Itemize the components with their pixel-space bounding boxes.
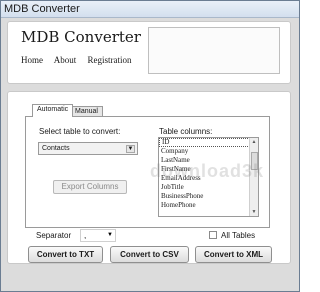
separator-select[interactable]: , ▼ [80, 229, 116, 242]
convert-csv-button[interactable]: Convert to CSV [110, 246, 189, 263]
export-columns-button[interactable]: Export Columns [53, 180, 127, 194]
separator-value: , [84, 231, 87, 240]
header-card: MDB Converter Home About Registration [7, 21, 291, 84]
list-item[interactable]: HomePhone [159, 201, 258, 210]
list-item[interactable]: Company [159, 147, 258, 156]
chevron-down-icon: ▼ [107, 232, 113, 238]
list-item[interactable]: FirstName [159, 165, 258, 174]
tab-automatic[interactable]: Automatic [32, 104, 74, 117]
columns-listbox[interactable]: ID Company LastName FirstName EmailAddre… [158, 137, 259, 217]
list-item[interactable]: JobTitle [159, 183, 258, 192]
scroll-thumb[interactable] [251, 152, 258, 170]
all-tables-checkbox[interactable] [209, 231, 217, 239]
nav-about-link[interactable]: About [54, 55, 77, 65]
list-item[interactable]: LastName [159, 156, 258, 165]
table-select[interactable]: Contacts ▼ [38, 142, 138, 155]
title-bar: MDB Converter [1, 1, 299, 18]
chevron-down-icon: ▼ [126, 145, 135, 153]
table-columns-label: Table columns: [159, 127, 213, 136]
list-item[interactable]: EmailAddress [159, 174, 258, 183]
select-table-label: Select table to convert: [39, 127, 121, 136]
separator-label: Separator [36, 231, 72, 240]
all-tables-label: All Tables [221, 231, 256, 240]
window-title: MDB Converter [4, 3, 80, 15]
convert-xml-button[interactable]: Convert to XML [195, 246, 272, 263]
convert-txt-button[interactable]: Convert to TXT [28, 246, 103, 263]
nav-home-link[interactable]: Home [21, 55, 43, 65]
scroll-up-icon[interactable]: ▲ [250, 138, 258, 146]
list-item[interactable]: ID [159, 138, 258, 147]
scrollbar[interactable]: ▲ ▼ [249, 138, 258, 216]
nav-registration-link[interactable]: Registration [88, 55, 132, 65]
scroll-down-icon[interactable]: ▼ [250, 208, 258, 216]
banner-box [148, 27, 280, 74]
table-select-value: Contacts [42, 145, 70, 152]
list-item[interactable]: BusinessPhone [159, 192, 258, 201]
app-name: MDB Converter [21, 28, 141, 46]
nav-menu: Home About Registration [21, 55, 141, 65]
